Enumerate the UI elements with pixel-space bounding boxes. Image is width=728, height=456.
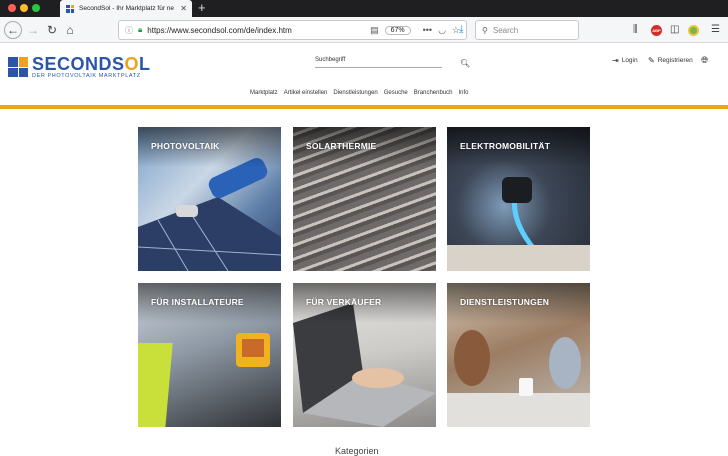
close-window-button[interactable] bbox=[8, 4, 16, 12]
nav-item-gesuche[interactable]: Gesuche bbox=[384, 90, 408, 96]
tile-fuer-verkaeufer[interactable]: FÜR VERKÄUFER bbox=[293, 283, 436, 427]
tile-label: DIENSTLEISTUNGEN bbox=[460, 297, 550, 307]
site-favicon-icon bbox=[66, 4, 74, 13]
nav-item-info[interactable]: Info bbox=[458, 90, 468, 96]
browser-titlebar: SecondSol - Ihr Marktplatz für ne ✕ + bbox=[0, 0, 728, 17]
forward-icon[interactable]: → bbox=[24, 21, 42, 39]
home-icon[interactable]: ⌂ bbox=[61, 21, 79, 39]
reader-view-icon[interactable]: ▤ bbox=[370, 25, 379, 36]
back-icon[interactable]: ← bbox=[4, 21, 22, 39]
pocket-icon[interactable]: ◡ bbox=[438, 25, 446, 36]
close-icon[interactable]: ✕ bbox=[180, 4, 187, 13]
tile-fuer-installateure[interactable]: FÜR INSTALLATEURE bbox=[138, 283, 281, 427]
site-search-input[interactable]: Suchbegriff bbox=[315, 55, 442, 68]
download-icon[interactable]: ⤓ bbox=[459, 24, 463, 35]
nav-item-marktplatz[interactable]: Marktplatz bbox=[250, 90, 278, 96]
library-icon[interactable]: ⫼ bbox=[633, 24, 638, 35]
browser-toolbar: ← → ↻ ⌂ ⓘ 🔒︎ https://www.secondsol.com/d… bbox=[0, 17, 728, 43]
new-tab-button[interactable]: + bbox=[198, 0, 206, 15]
search-icon[interactable]: 🔍︎ bbox=[460, 59, 470, 68]
sidebar-icon[interactable]: ◫ bbox=[670, 24, 679, 35]
tile-photovoltaik[interactable]: PHOTOVOLTAIK bbox=[138, 127, 281, 271]
zoom-level[interactable]: 67% bbox=[384, 25, 411, 35]
minimize-window-button[interactable] bbox=[20, 4, 28, 12]
logo-wordmark: SECONDSOL bbox=[32, 54, 151, 74]
menu-icon[interactable]: ☰ bbox=[711, 24, 720, 35]
tile-label: PHOTOVOLTAIK bbox=[151, 141, 220, 151]
tile-label: FÜR INSTALLATEURE bbox=[151, 297, 244, 307]
search-placeholder: Search bbox=[492, 25, 519, 35]
pencil-icon: ✎ bbox=[648, 56, 655, 65]
section-heading-partial: Kategorien bbox=[335, 446, 379, 456]
logo-mark-icon bbox=[8, 57, 28, 77]
lock-icon[interactable]: 🔒︎ bbox=[138, 25, 142, 35]
main-navigation: Marktplatz Artikel einstellen Dienstleis… bbox=[250, 90, 468, 96]
tab-title: SecondSol - Ihr Marktplatz für ne bbox=[79, 5, 175, 12]
tile-solarthermie[interactable]: SOLARTHERMIE bbox=[293, 127, 436, 271]
adblock-icon[interactable]: ABP bbox=[651, 25, 662, 36]
browser-tab[interactable]: SecondSol - Ihr Marktplatz für ne ✕ bbox=[60, 0, 192, 17]
reload-icon[interactable]: ↻ bbox=[43, 21, 61, 39]
search-icon: ⚲ bbox=[482, 25, 488, 35]
extension-icon[interactable] bbox=[688, 25, 699, 36]
tile-label: SOLARTHERMIE bbox=[306, 141, 377, 151]
logo-tagline: DER PHOTOVOLTAIK MARKTPLATZ bbox=[32, 73, 141, 79]
url-text[interactable]: https://www.secondsol.com/de/index.htm bbox=[147, 26, 364, 35]
register-link[interactable]: ✎ Registrieren bbox=[648, 56, 693, 65]
header-divider bbox=[0, 105, 728, 109]
search-input[interactable]: ⚲ Search bbox=[475, 20, 579, 40]
tile-dienstleistungen[interactable]: DIENSTLEISTUNGEN bbox=[447, 283, 590, 427]
login-icon: ⇥ bbox=[612, 56, 619, 65]
tile-label: ELEKTROMOBILITÄT bbox=[460, 141, 551, 151]
logo[interactable]: SECONDSOL DER PHOTOVOLTAIK MARKTPLATZ bbox=[8, 54, 151, 79]
info-icon[interactable]: ⓘ bbox=[125, 25, 133, 36]
site-header: SECONDSOL DER PHOTOVOLTAIK MARKTPLATZ Su… bbox=[0, 43, 728, 105]
maximize-window-button[interactable] bbox=[32, 4, 40, 12]
address-bar[interactable]: ⓘ 🔒︎ https://www.secondsol.com/de/index.… bbox=[118, 20, 467, 40]
page-actions-icon[interactable]: ••• bbox=[423, 25, 432, 35]
nav-item-artikel-einstellen[interactable]: Artikel einstellen bbox=[284, 90, 328, 96]
nav-item-dienstleistungen[interactable]: Dienstleistungen bbox=[333, 90, 377, 96]
tile-elektromobilitaet[interactable]: ELEKTROMOBILITÄT bbox=[447, 127, 590, 271]
globe-icon[interactable]: 🌐︎ bbox=[701, 55, 708, 66]
login-link[interactable]: ⇥ Login bbox=[612, 56, 638, 65]
tile-label: FÜR VERKÄUFER bbox=[306, 297, 382, 307]
nav-item-branchenbuch[interactable]: Branchenbuch bbox=[414, 90, 453, 96]
